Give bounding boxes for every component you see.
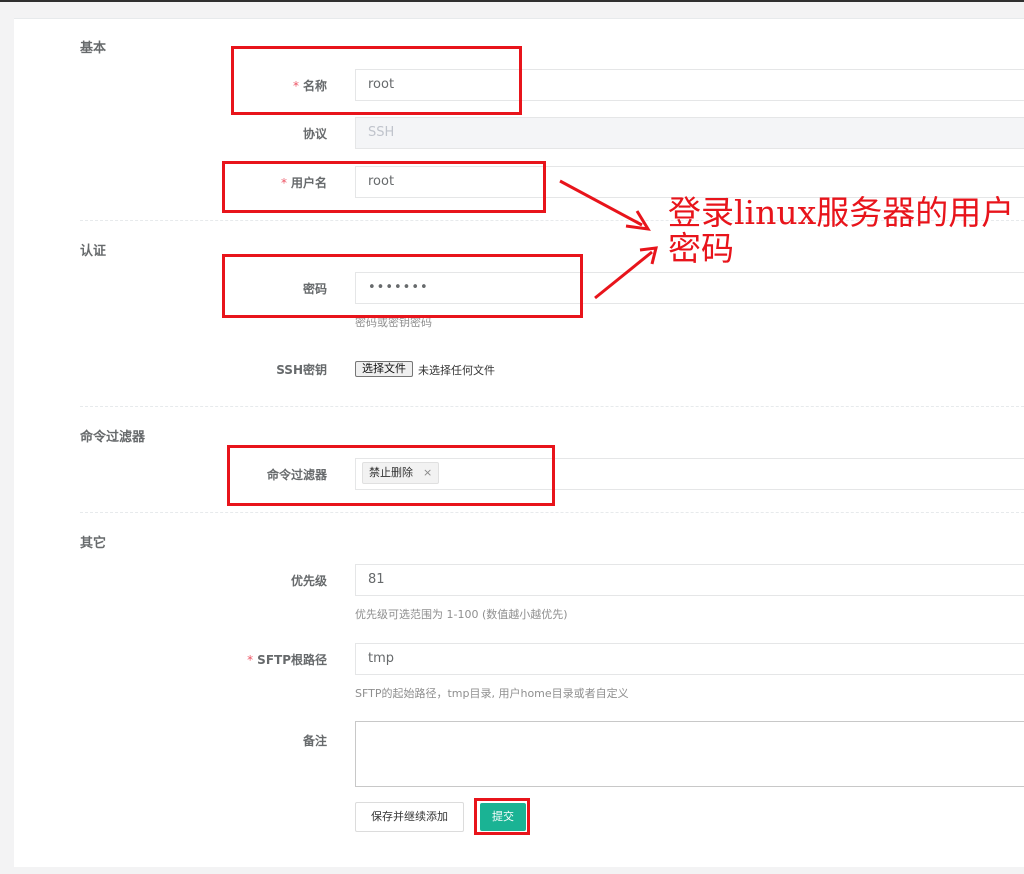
annotation-text: 登录linux服务器的用户密码 — [668, 193, 1015, 268]
arrow-to-text-upper — [559, 179, 651, 231]
arrow-to-text-lower — [594, 246, 658, 300]
annotation-arrows — [559, 179, 658, 300]
